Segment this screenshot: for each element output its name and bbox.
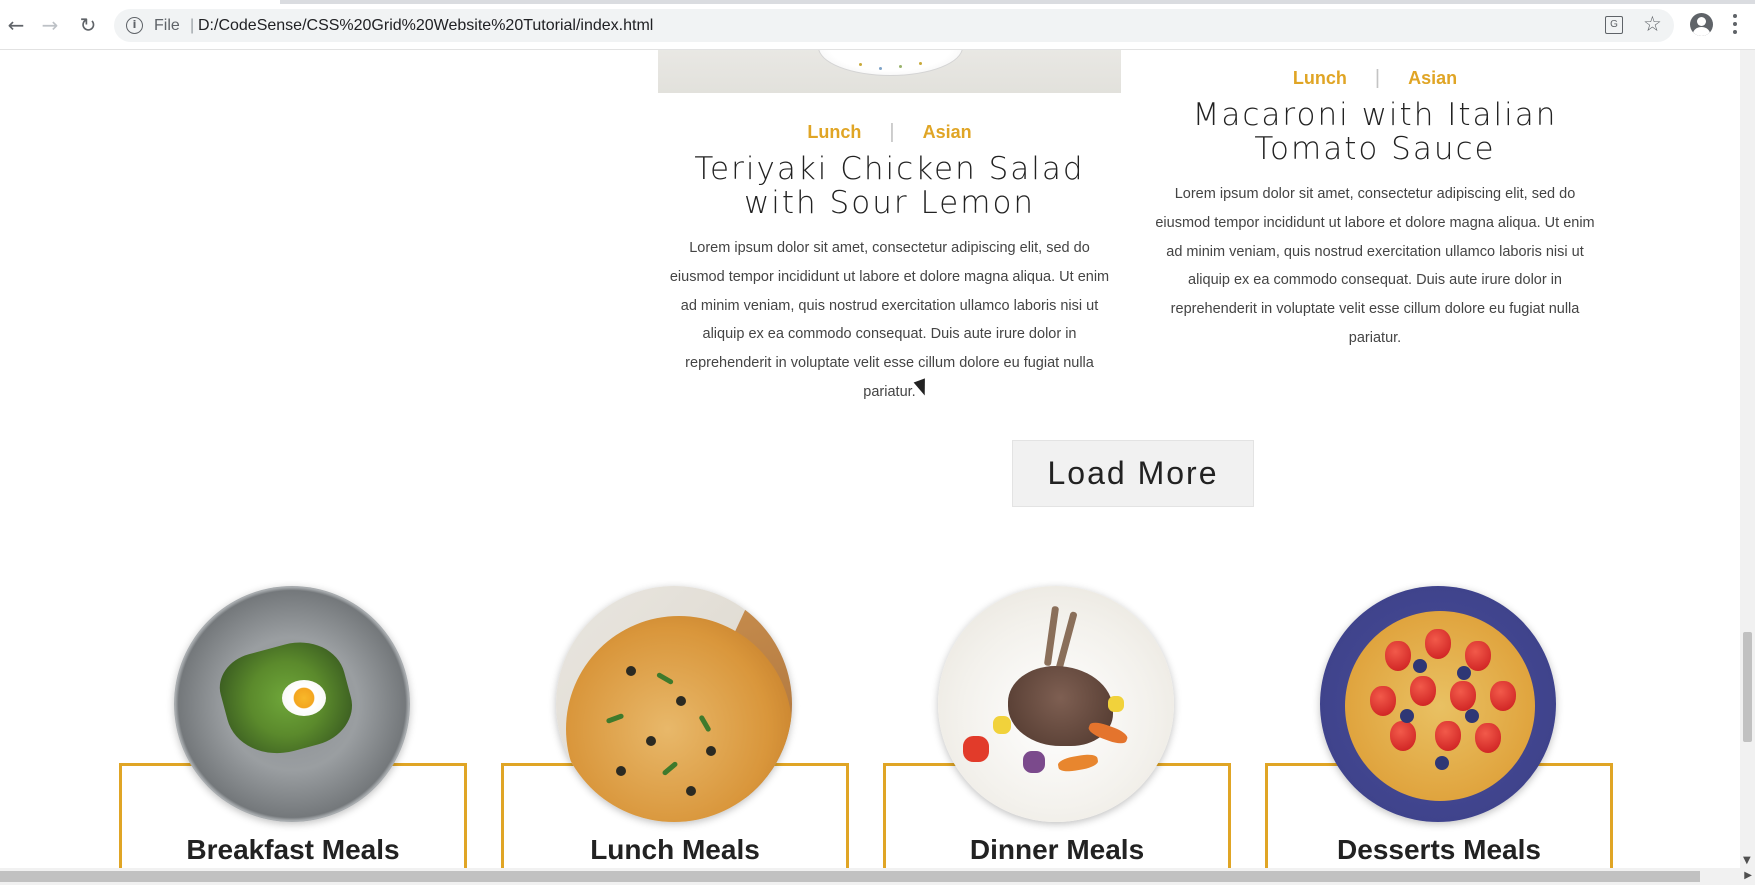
recipe-card: Lunch | Asian Macaroni with Italian Toma… (1140, 64, 1610, 353)
recipe-description: Lorem ipsum dolor sit amet, consectetur … (1155, 186, 1595, 346)
recipe-tags: Lunch | Asian (658, 118, 1121, 146)
url-separator: | (190, 17, 195, 34)
recipe-tags: Lunch | Asian (1140, 64, 1610, 92)
dinner-image[interactable] (938, 586, 1174, 822)
file-label: File (154, 17, 180, 34)
breakfast-image[interactable] (174, 586, 410, 822)
menu-icon[interactable] (1732, 14, 1738, 34)
category-title[interactable]: Breakfast Meals (119, 834, 467, 866)
browser-toolbar: ← → ↻ i File | D:/CodeSense/CSS%20Grid%2… (0, 0, 1755, 50)
recipe-description: Lorem ipsum dolor sit amet, consectetur … (669, 240, 1110, 400)
tag-link[interactable]: Lunch (807, 122, 861, 143)
vertical-scrollbar[interactable]: ▼ (1740, 50, 1755, 868)
category-title[interactable]: Dinner Meals (883, 834, 1231, 866)
plate-image (818, 50, 963, 76)
page-content: Lunch | Asian Teriyaki Chicken Salad wit… (0, 50, 1740, 868)
back-arrow-icon[interactable]: ← (4, 13, 28, 37)
lunch-image[interactable] (556, 586, 792, 822)
forward-arrow-icon[interactable]: → (38, 13, 62, 37)
translate-icon[interactable]: G (1605, 16, 1623, 34)
reload-icon[interactable]: ↻ (76, 13, 100, 37)
category-title[interactable]: Desserts Meals (1265, 834, 1613, 866)
url-text[interactable]: D:/CodeSense/CSS%20Grid%20Website%20Tuto… (198, 17, 653, 35)
info-icon[interactable]: i (126, 17, 143, 34)
horizontal-scrollbar[interactable]: ▶ (0, 868, 1755, 885)
vertical-scroll-thumb[interactable] (1743, 632, 1752, 742)
star-icon[interactable]: ☆ (1643, 12, 1662, 36)
tab-strip-edge (280, 0, 1755, 4)
tag-link[interactable]: Lunch (1293, 68, 1347, 89)
tag-link[interactable]: Asian (923, 122, 972, 143)
tag-link[interactable]: Asian (1408, 68, 1457, 89)
address-bar[interactable]: i File | D:/CodeSense/CSS%20Grid%20Websi… (114, 9, 1674, 42)
horizontal-scroll-thumb[interactable] (0, 871, 1700, 882)
recipe-title[interactable]: Teriyaki Chicken Salad with Sour Lemon (658, 152, 1121, 220)
scroll-down-arrow-icon[interactable]: ▼ (1743, 855, 1751, 866)
load-more-button[interactable]: Load More (1012, 440, 1254, 507)
recipe-title[interactable]: Macaroni with Italian Tomato Sauce (1140, 98, 1610, 166)
scroll-right-arrow-icon[interactable]: ▶ (1744, 870, 1752, 881)
account-icon[interactable] (1690, 13, 1713, 36)
tag-separator: | (889, 120, 895, 143)
category-title[interactable]: Lunch Meals (501, 834, 849, 866)
dessert-image[interactable] (1320, 586, 1556, 822)
recipe-card: Lunch | Asian Teriyaki Chicken Salad wit… (658, 118, 1121, 407)
recipe-image (658, 50, 1121, 93)
tag-separator: | (1374, 66, 1381, 89)
